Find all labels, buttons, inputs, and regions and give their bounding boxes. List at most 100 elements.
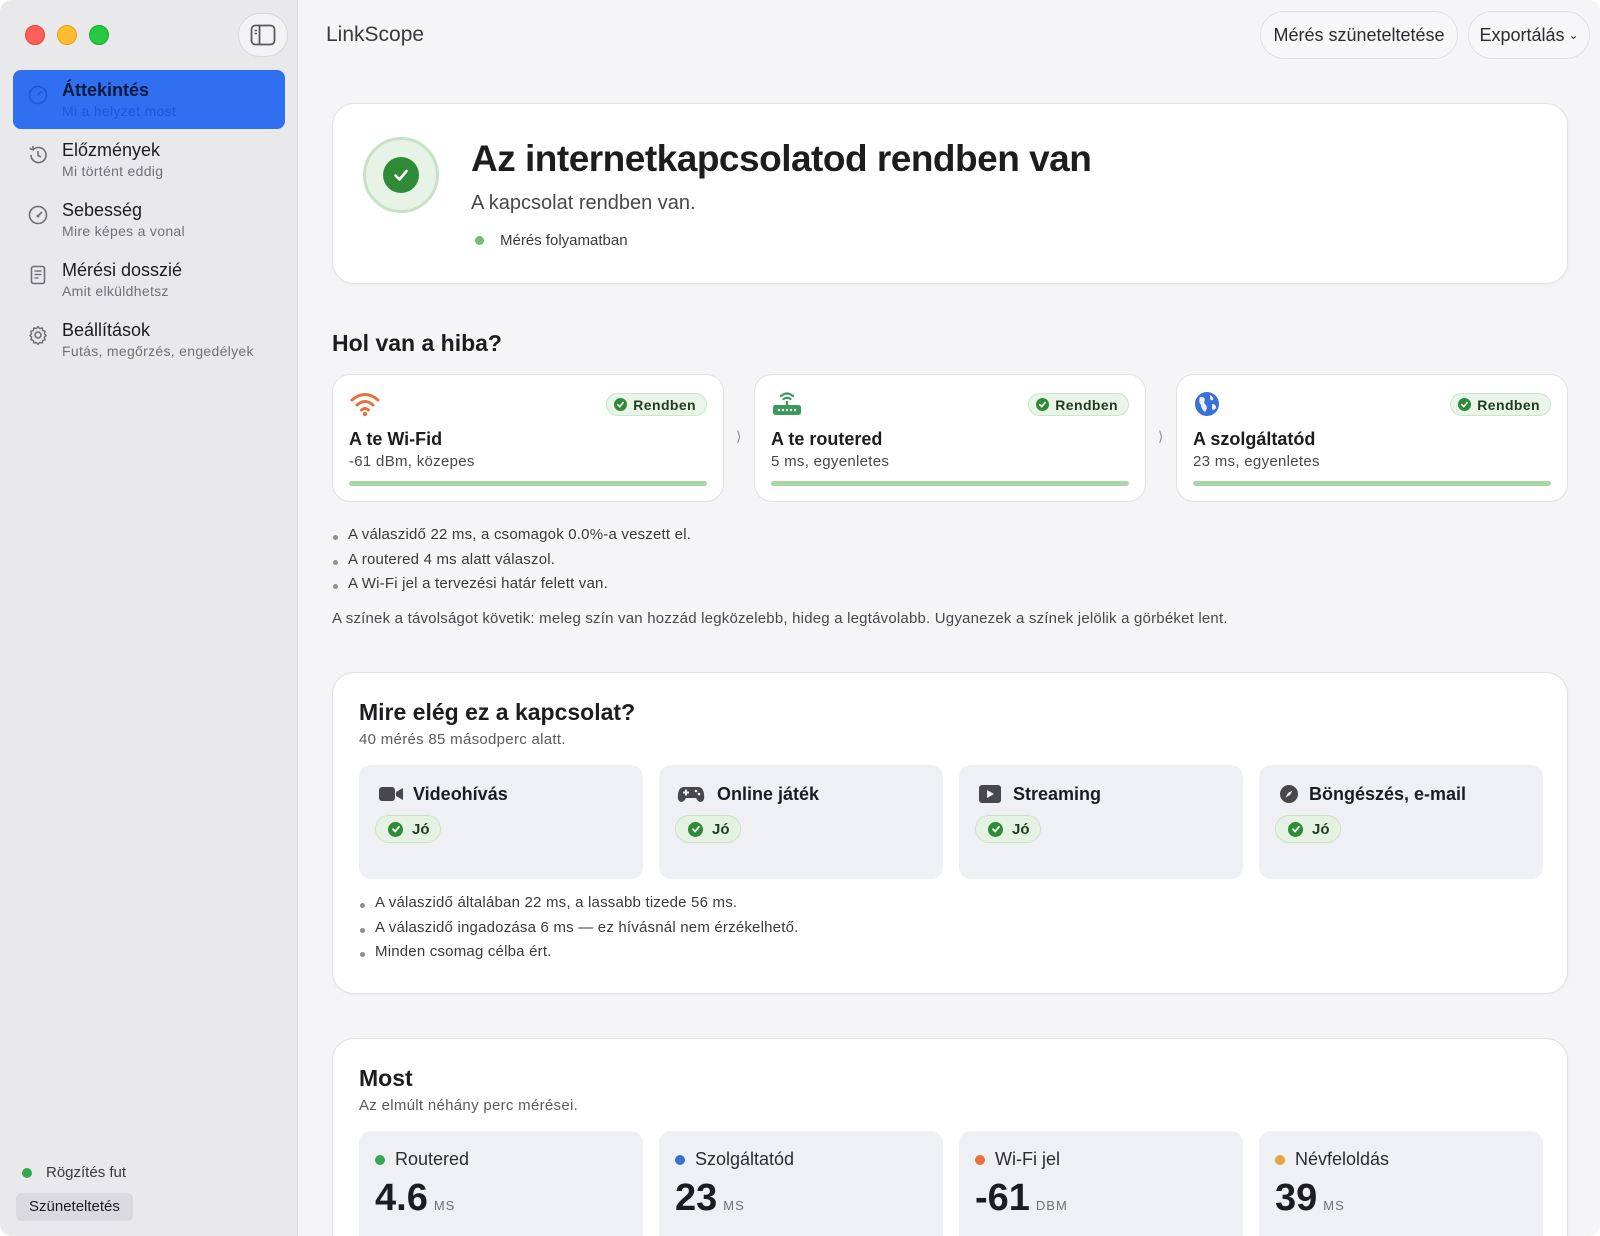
sidebar-item-title: Előzmények — [62, 140, 161, 160]
metric-provider[interactable]: Szolgáltatód 23 MS — [659, 1131, 943, 1236]
series-dot-icon — [975, 1154, 985, 1165]
series-dot-icon — [375, 1154, 385, 1165]
sidebar-item-title: Áttekintés — [62, 80, 150, 100]
measurement-status: Mérés folyamatban — [475, 232, 628, 249]
segment-health-bar — [1193, 481, 1551, 486]
segment-router-card[interactable]: Rendben A te routered 5 ms, egyenletes — [754, 374, 1146, 502]
metric-router[interactable]: Routered 4.6 MS — [359, 1131, 643, 1236]
history-icon — [29, 145, 47, 164]
sidebar-item-sebesseg[interactable]: Sebesség Mire képes a vonal — [13, 190, 285, 249]
usage-tile-online-jatek[interactable]: Online játék Jó — [659, 765, 943, 879]
check-icon — [614, 398, 628, 411]
speedometer-icon — [28, 205, 48, 225]
minimize-window-button[interactable] — [57, 25, 77, 45]
metric-value: 39 MS — [1275, 1177, 1345, 1219]
list-item: A routered 4 ms alatt válaszol. — [332, 548, 691, 573]
recording-status-label: Rögzítés fut — [46, 1164, 127, 1181]
sidebar-nav: Áttekintés Mi a helyzet most Előzmények … — [13, 70, 285, 370]
status-check-icon — [363, 137, 439, 213]
gauge-icon — [28, 85, 48, 105]
router-icon — [773, 392, 801, 415]
status-dot-icon — [475, 236, 484, 245]
now-title: Most — [359, 1065, 413, 1091]
status-title: Az internetkapcsolatod rendben van — [471, 138, 1092, 179]
segment-title: A te routered — [771, 429, 883, 449]
chevron-right-icon: ⟩ — [1158, 428, 1164, 444]
status-hero-card: Az internetkapcsolatod rendben van A kap… — [332, 103, 1568, 284]
check-icon — [1036, 398, 1050, 411]
sidebar-item-subtitle: Mi történt eddig — [62, 163, 164, 179]
diagnosis-bullets: A válaszidő 22 ms, a csomagok 0.0%-a ves… — [332, 523, 691, 597]
status-badge: Rendben — [606, 393, 707, 416]
sidebar-item-elozmenyek[interactable]: Előzmények Mi történt eddig — [13, 130, 285, 189]
list-item: A Wi-Fi jel a tervezési határ felett van… — [332, 572, 691, 597]
rating-badge: Jó — [975, 815, 1041, 843]
app-window: Áttekintés Mi a helyzet most Előzmények … — [0, 0, 1600, 1236]
usage-title: Mire elég ez a kapcsolat? — [359, 699, 636, 725]
sidebar-item-meresi-dosszie[interactable]: Mérési dosszié Amit elküldhetsz — [13, 250, 285, 309]
sidebar-item-attekintes[interactable]: Áttekintés Mi a helyzet most — [13, 70, 285, 129]
chevron-down-icon: ⌄ — [1568, 28, 1579, 42]
list-item: A válaszidő 22 ms, a csomagok 0.0%-a ves… — [332, 523, 691, 548]
segment-title: A szolgáltatód — [1193, 429, 1316, 449]
segment-detail: 23 ms, egyenletes — [1193, 453, 1320, 470]
zoom-window-button[interactable] — [89, 25, 109, 45]
document-icon — [30, 265, 46, 285]
sidebar: Áttekintés Mi a helyzet most Előzmények … — [0, 0, 298, 1236]
chevron-right-icon: ⟩ — [736, 428, 742, 444]
diagnosis-title: Hol van a hiba? — [332, 330, 502, 356]
export-menu-button[interactable]: Exportálás ⌄ — [1468, 11, 1590, 59]
rating-badge: Jó — [375, 815, 441, 843]
sidebar-item-subtitle: Futás, megőrzés, engedélyek — [62, 343, 254, 359]
sidebar-item-title: Mérési dosszié — [62, 260, 183, 280]
sidebar-item-title: Beállítások — [62, 320, 151, 340]
sidebar-item-beallitasok[interactable]: Beállítások Futás, megőrzés, engedélyek — [13, 310, 285, 369]
usage-tile-bongeszes[interactable]: Böngészés, e-mail Jó — [1259, 765, 1543, 879]
color-legend-note: A színek a távolságot követik: meleg szí… — [332, 610, 1228, 627]
segment-wifi-card[interactable]: Rendben A te Wi-Fid -61 dBm, közepes — [332, 374, 724, 502]
segment-detail: -61 dBm, közepes — [349, 453, 475, 470]
usage-tile-videohivas[interactable]: Videohívás Jó — [359, 765, 643, 879]
check-icon — [988, 821, 1003, 837]
status-badge: Rendben — [1450, 393, 1551, 416]
metric-label: Routered — [395, 1149, 470, 1169]
close-window-button[interactable] — [25, 25, 45, 45]
wifi-icon — [350, 393, 380, 417]
gamepad-icon — [677, 787, 705, 802]
pause-measurement-button[interactable]: Mérés szüneteltetése — [1260, 11, 1458, 59]
status-badge: Rendben — [1028, 393, 1129, 416]
rating-badge: Jó — [1275, 815, 1341, 843]
recording-status: Rögzítés fut — [22, 1164, 126, 1181]
play-icon — [979, 785, 1001, 803]
series-dot-icon — [675, 1154, 685, 1165]
usage-tile-streaming[interactable]: Streaming Jó — [959, 765, 1243, 879]
now-card: Most Az elmúlt néhány perc mérései. Rout… — [332, 1038, 1568, 1236]
list-item: A válaszidő ingadozása 6 ms — ez hívásná… — [359, 916, 799, 941]
check-icon — [688, 821, 703, 837]
sidebar-icon — [250, 24, 276, 46]
metric-value: 23 MS — [675, 1177, 745, 1219]
usage-tile-title: Streaming — [1013, 784, 1102, 804]
pause-recording-button[interactable]: Szüneteltetés — [16, 1193, 133, 1221]
usage-tile-title: Videohívás — [413, 784, 508, 804]
sidebar-item-subtitle: Amit elküldhetsz — [62, 283, 169, 299]
sidebar-toggle-button[interactable] — [238, 13, 288, 57]
metric-dns[interactable]: Névfeloldás 39 MS — [1259, 1131, 1543, 1236]
recording-dot-icon — [22, 1167, 32, 1178]
segment-health-bar — [771, 481, 1129, 486]
globe-icon — [1195, 392, 1219, 416]
check-icon — [1288, 821, 1303, 837]
segment-health-bar — [349, 481, 707, 486]
metric-value: 4.6 MS — [375, 1177, 456, 1219]
window-controls — [25, 25, 109, 45]
segment-provider-card[interactable]: Rendben A szolgáltatód 23 ms, egyenletes — [1176, 374, 1568, 502]
metric-wifi[interactable]: Wi-Fi jel -61 DBM — [959, 1131, 1243, 1236]
video-camera-icon — [379, 787, 403, 801]
now-subtitle: Az elmúlt néhány perc mérései. — [359, 1097, 579, 1114]
metric-label: Szolgáltatód — [695, 1149, 795, 1169]
measurement-status-label: Mérés folyamatban — [500, 232, 628, 249]
usage-card: Mire elég ez a kapcsolat? 40 mérés 85 má… — [332, 672, 1568, 994]
usage-subtitle: 40 mérés 85 másodperc alatt. — [359, 731, 566, 748]
series-dot-icon — [1275, 1154, 1285, 1165]
sidebar-item-title: Sebesség — [62, 200, 143, 220]
